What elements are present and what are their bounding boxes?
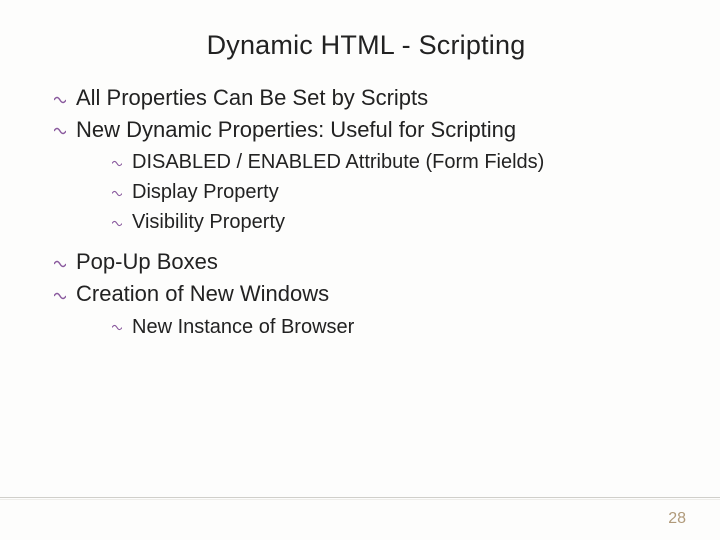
bullet-list-level-2: New Instance of Browser <box>112 313 684 342</box>
list-item-label: Display Property <box>132 181 279 203</box>
list-item-label: All Properties Can Be Set by Scripts <box>76 85 428 110</box>
list-item: Visibility Property <box>112 208 684 237</box>
slide: Dynamic HTML - Scripting All Properties … <box>0 0 720 540</box>
bullet-icon <box>112 324 122 331</box>
divider <box>0 497 720 498</box>
list-item-label: Pop-Up Boxes <box>76 249 218 274</box>
list-item-label: Visibility Property <box>132 211 285 233</box>
bullet-icon <box>54 292 66 300</box>
list-item-label: DISABLED / ENABLED Attribute (Form Field… <box>132 151 544 173</box>
list-item-label: New Dynamic Properties: Useful for Scrip… <box>76 117 516 142</box>
list-item-label: New Instance of Browser <box>132 316 354 338</box>
bullet-list-level-1: All Properties Can Be Set by Scripts New… <box>54 83 684 342</box>
bullet-icon <box>112 160 122 167</box>
list-item: New Dynamic Properties: Useful for Scrip… <box>54 115 684 238</box>
list-item: Creation of New Windows New Instance of … <box>54 279 684 342</box>
slide-title: Dynamic HTML - Scripting <box>48 30 684 61</box>
bullet-icon <box>112 190 122 197</box>
bullet-icon <box>54 127 66 135</box>
list-item-label: Creation of New Windows <box>76 281 329 306</box>
bullet-list-level-2: DISABLED / ENABLED Attribute (Form Field… <box>112 148 684 237</box>
page-number: 28 <box>668 510 686 528</box>
list-item: DISABLED / ENABLED Attribute (Form Field… <box>112 148 684 177</box>
bullet-icon <box>112 220 122 227</box>
bullet-icon <box>54 260 66 268</box>
list-item: Display Property <box>112 178 684 207</box>
list-item: New Instance of Browser <box>112 313 684 342</box>
list-item: Pop-Up Boxes <box>54 247 684 277</box>
divider-shadow <box>0 499 720 500</box>
bullet-icon <box>54 96 66 104</box>
list-item: All Properties Can Be Set by Scripts <box>54 83 684 113</box>
